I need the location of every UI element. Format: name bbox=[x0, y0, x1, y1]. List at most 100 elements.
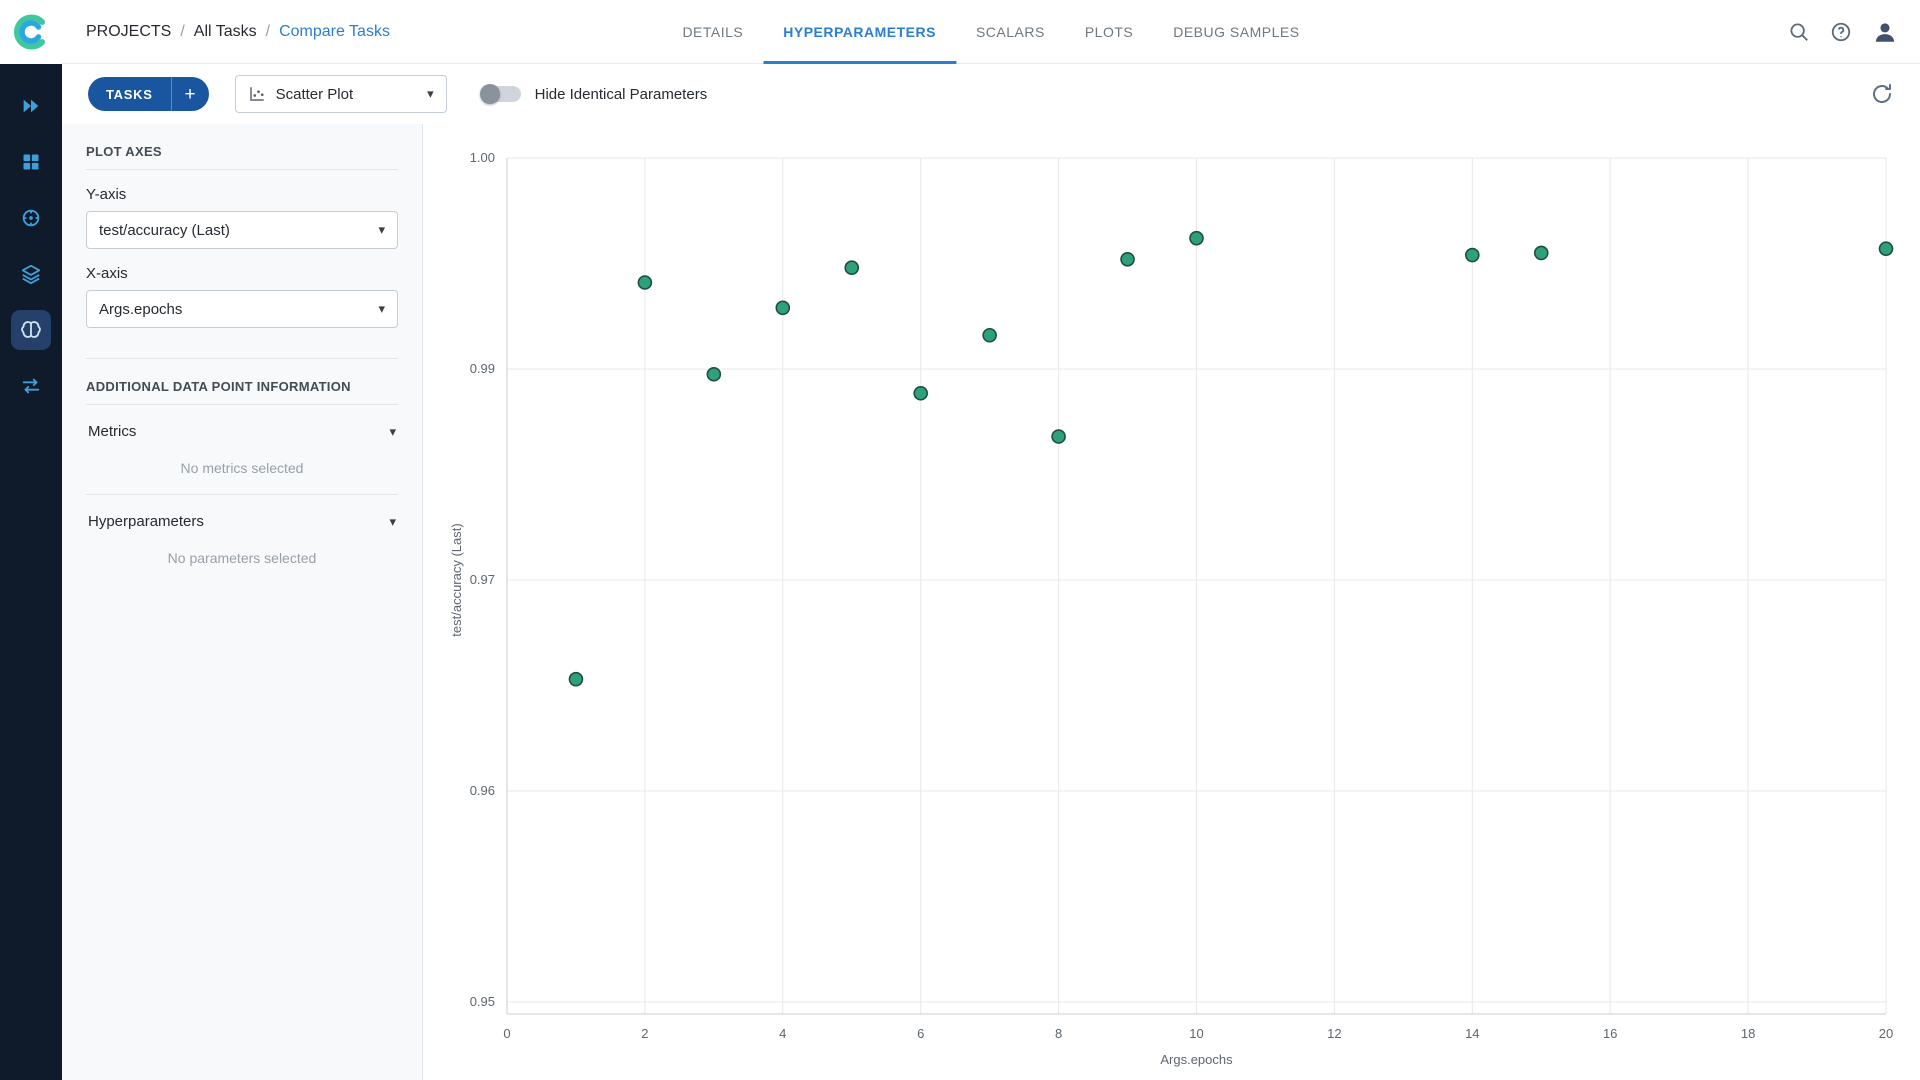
help-icon bbox=[1830, 21, 1852, 43]
plot-type-select[interactable]: Scatter Plot ▾ bbox=[235, 75, 447, 113]
help-button[interactable] bbox=[1830, 21, 1852, 43]
compare-toolbar: TASKS + Scatter Plot ▾ Hide Identical Pa… bbox=[62, 64, 1920, 124]
toggle-knob bbox=[480, 84, 500, 104]
clearml-logo-icon bbox=[10, 11, 52, 53]
svg-text:10: 10 bbox=[1189, 1026, 1203, 1041]
layers-icon bbox=[20, 263, 42, 285]
svg-text:12: 12 bbox=[1327, 1026, 1341, 1041]
sidebar-item-datasets[interactable] bbox=[11, 142, 51, 182]
app-root: PROJECTS / All Tasks / Compare Tasks DET… bbox=[0, 0, 1920, 1080]
sidebar-item-workers[interactable] bbox=[11, 366, 51, 406]
x-axis-select[interactable]: Args.epochs ▾ bbox=[86, 290, 398, 328]
brain-icon bbox=[19, 318, 43, 342]
top-header: PROJECTS / All Tasks / Compare Tasks DET… bbox=[62, 0, 1920, 64]
scatter-chart-icon bbox=[248, 85, 266, 103]
refresh-icon bbox=[1870, 82, 1894, 106]
no-metrics-text: No metrics selected bbox=[86, 446, 398, 494]
sidebar-item-pipelines[interactable] bbox=[11, 198, 51, 238]
y-axis-select[interactable]: test/accuracy (Last) ▾ bbox=[86, 211, 398, 249]
scatter-plot[interactable]: 024681012141618201.000.990.970.960.95Arg… bbox=[423, 124, 1920, 1080]
svg-text:2: 2 bbox=[641, 1026, 648, 1041]
svg-text:0.96: 0.96 bbox=[470, 783, 495, 798]
plot-type-value: Scatter Plot bbox=[276, 86, 417, 103]
svg-text:14: 14 bbox=[1465, 1026, 1479, 1041]
scatter-point[interactable] bbox=[914, 387, 927, 400]
breadcrumb-compare-tasks[interactable]: Compare Tasks bbox=[279, 23, 390, 41]
breadcrumb-all-tasks[interactable]: All Tasks bbox=[194, 23, 257, 41]
x-axis-label: X-axis bbox=[86, 265, 398, 282]
hyperparameters-label: Hyperparameters bbox=[88, 513, 204, 530]
breadcrumb: PROJECTS / All Tasks / Compare Tasks bbox=[86, 0, 390, 64]
svg-text:4: 4 bbox=[779, 1026, 786, 1041]
svg-text:8: 8 bbox=[1055, 1026, 1062, 1041]
breadcrumb-projects[interactable]: PROJECTS bbox=[86, 23, 171, 41]
svg-text:0.97: 0.97 bbox=[470, 572, 495, 587]
tab-debug-samples[interactable]: DEBUG SAMPLES bbox=[1153, 0, 1319, 64]
svg-text:6: 6 bbox=[917, 1026, 924, 1041]
avatar-icon bbox=[1872, 19, 1898, 45]
tab-plots[interactable]: PLOTS bbox=[1065, 0, 1153, 64]
chevron-down-icon: ▾ bbox=[389, 424, 396, 440]
sidebar-item-experiments[interactable] bbox=[11, 310, 51, 350]
svg-text:20: 20 bbox=[1879, 1026, 1893, 1041]
projects-icon bbox=[20, 95, 42, 117]
sidebar-nav bbox=[0, 64, 62, 406]
tasks-button[interactable]: TASKS bbox=[88, 77, 171, 111]
chevron-down-icon: ▾ bbox=[427, 86, 434, 102]
hide-identical-label: Hide Identical Parameters bbox=[535, 86, 708, 103]
divider bbox=[86, 169, 398, 170]
breadcrumb-separator: / bbox=[266, 23, 270, 41]
svg-text:1.00: 1.00 bbox=[470, 150, 495, 165]
chevron-down-icon: ▾ bbox=[378, 301, 385, 317]
search-button[interactable] bbox=[1788, 21, 1810, 43]
tasks-button-group: TASKS + bbox=[88, 77, 209, 111]
chevron-down-icon: ▾ bbox=[389, 514, 396, 530]
sidebar-item-hyperdatasets[interactable] bbox=[11, 254, 51, 294]
plot-settings-panel: PLOT AXES Y-axis test/accuracy (Last) ▾ … bbox=[62, 124, 423, 1080]
header-actions bbox=[1788, 0, 1898, 64]
search-icon bbox=[1788, 21, 1810, 43]
scatter-point[interactable] bbox=[1121, 253, 1134, 266]
svg-text:0: 0 bbox=[503, 1026, 510, 1041]
datasets-grid-icon bbox=[21, 152, 41, 172]
add-task-button[interactable]: + bbox=[171, 77, 209, 111]
scatter-point[interactable] bbox=[845, 261, 858, 274]
hyperparameters-expander[interactable]: Hyperparameters ▾ bbox=[86, 495, 398, 536]
scatter-point[interactable] bbox=[1190, 232, 1203, 245]
scatter-point[interactable] bbox=[569, 673, 582, 686]
svg-text:0.95: 0.95 bbox=[470, 994, 495, 1009]
scatter-point[interactable] bbox=[1052, 430, 1065, 443]
scatter-point[interactable] bbox=[1466, 249, 1479, 262]
scatter-point[interactable] bbox=[638, 276, 651, 289]
no-parameters-text: No parameters selected bbox=[86, 536, 398, 584]
scatter-point[interactable] bbox=[1535, 246, 1548, 259]
tab-details[interactable]: DETAILS bbox=[662, 0, 763, 64]
chevron-down-icon: ▾ bbox=[378, 222, 385, 238]
tab-scalars[interactable]: SCALARS bbox=[956, 0, 1065, 64]
x-axis-value: Args.epochs bbox=[99, 301, 368, 318]
workers-shuffle-icon bbox=[20, 375, 42, 397]
sidebar-item-projects[interactable] bbox=[11, 86, 51, 126]
svg-text:16: 16 bbox=[1603, 1026, 1617, 1041]
metrics-expander[interactable]: Metrics ▾ bbox=[86, 405, 398, 446]
scatter-point[interactable] bbox=[707, 368, 720, 381]
user-avatar[interactable] bbox=[1872, 19, 1898, 45]
hide-identical-control: Hide Identical Parameters bbox=[481, 86, 708, 103]
y-axis-value: test/accuracy (Last) bbox=[99, 222, 368, 239]
hide-identical-toggle[interactable] bbox=[481, 86, 521, 102]
y-axis-label: Y-axis bbox=[86, 186, 398, 203]
tab-hyperparameters[interactable]: HYPERPARAMETERS bbox=[763, 0, 956, 64]
scatter-point[interactable] bbox=[776, 301, 789, 314]
additional-info-title: ADDITIONAL DATA POINT INFORMATION bbox=[86, 359, 398, 404]
pipelines-icon bbox=[20, 207, 42, 229]
app-sidebar bbox=[0, 0, 62, 1080]
scatter-point[interactable] bbox=[983, 329, 996, 342]
x-axis-title: Args.epochs bbox=[1160, 1052, 1233, 1067]
auto-refresh-button[interactable] bbox=[1870, 82, 1894, 106]
clearml-logo[interactable] bbox=[0, 0, 62, 64]
svg-text:0.99: 0.99 bbox=[470, 361, 495, 376]
y-axis-title: test/accuracy (Last) bbox=[449, 523, 464, 636]
scatter-point[interactable] bbox=[1880, 242, 1893, 255]
breadcrumb-separator: / bbox=[180, 23, 184, 41]
scatter-plot-area[interactable]: 024681012141618201.000.990.970.960.95Arg… bbox=[423, 124, 1920, 1080]
